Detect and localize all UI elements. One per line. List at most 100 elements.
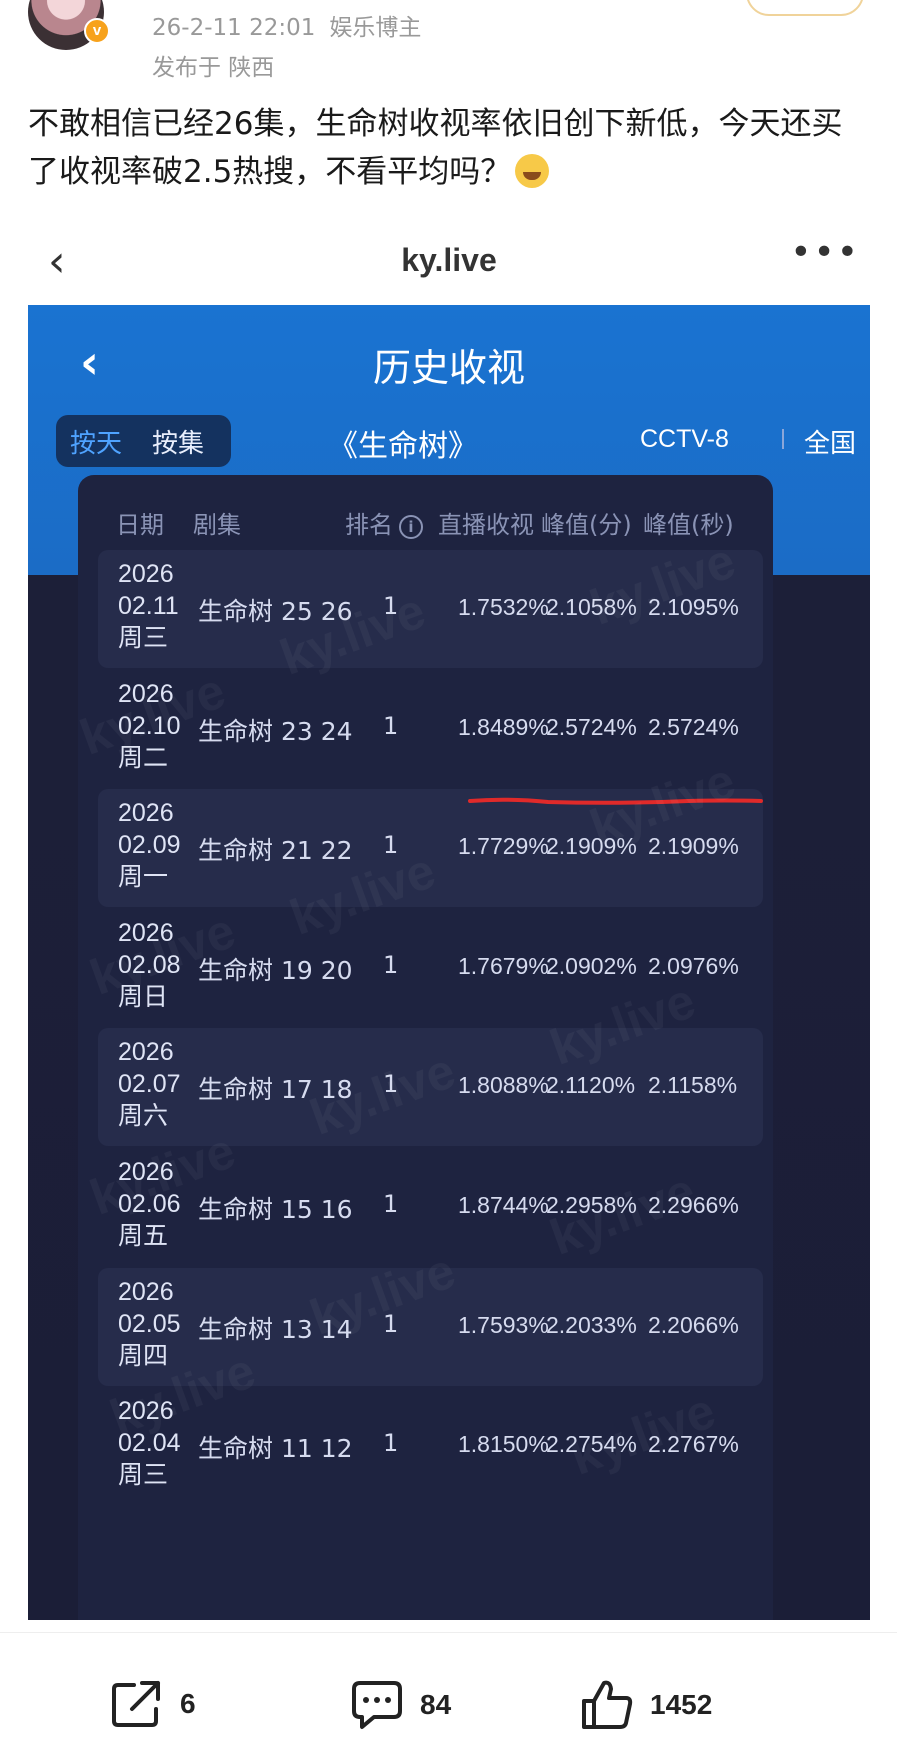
share-icon (112, 1681, 160, 1727)
row-peak-minute: 2.2754% (546, 1431, 637, 1458)
row-month-day: 02.05 (118, 1309, 181, 1338)
row-weekday: 周六 (118, 1102, 169, 1131)
app-title: 历史收视 (372, 346, 525, 390)
row-peak-minute: 2.1058% (546, 594, 637, 620)
row-weekday: 周三 (118, 1461, 169, 1490)
table-row[interactable]: 2026 02.10 周二 生命树 23 24 1 1.8489% 2.5724% 2.572… (98, 670, 763, 788)
channel-label[interactable]: CCTV-8 (640, 425, 729, 454)
row-month-day: 02.09 (118, 831, 181, 860)
row-month-day: 02.06 (118, 1190, 181, 1218)
table-row[interactable]: 2026 02.08 周日 生命树 19 20 1 1.7679% 2.0902% 2.097… (98, 909, 763, 1027)
row-peak-second: 2.2767% (648, 1431, 739, 1458)
like-count: 1452 (650, 1689, 713, 1720)
post-date: 26-2-11 22:01 (152, 15, 316, 41)
comment-count: 84 (420, 1689, 452, 1720)
row-live-rating: 1.8150% (458, 1431, 549, 1458)
row-episode: 生命树 13 14 (198, 1314, 353, 1344)
row-live-rating: 1.8744% (458, 1192, 549, 1218)
web-title: ky.live (401, 242, 497, 278)
header-peak-min: 峰值(分) (541, 511, 632, 539)
row-weekday: 周四 (118, 1341, 169, 1370)
row-live-rating: 1.7532% (458, 594, 549, 620)
post-meta: 26-2-11 22:01 娱乐博主 (152, 8, 421, 42)
row-date: 2026 02.09 周一 (118, 797, 181, 893)
info-icon[interactable]: i (399, 515, 423, 539)
region-label[interactable]: 全国 (804, 423, 856, 460)
row-rank: 1 (383, 1429, 399, 1458)
row-peak-second: 2.5724% (648, 713, 739, 740)
view-mode-toggle: 按天 按集 (56, 415, 231, 467)
row-peak-minute: 2.5724% (546, 713, 637, 740)
row-episode: 生命树 21 22 (198, 836, 353, 866)
post-text: 不敢相信已经26集，生命树收视率依旧创下新低，今天还买了收视率破2.5热搜，不看… (28, 100, 870, 196)
row-peak-minute: 2.1120% (546, 1072, 636, 1099)
comment-button[interactable]: 84 (350, 1679, 451, 1731)
table-row[interactable]: 2026 02.05 周四 生命树 13 14 1 1.7593% 2.2033% 2.206… (98, 1267, 763, 1386)
row-date: 2026 02.08 周日 (118, 917, 181, 1013)
row-date: 2026 02.05 周四 (118, 1276, 181, 1372)
row-peak-minute: 2.0902% (546, 952, 637, 979)
post-body: 不敢相信已经26集，生命树收视率依旧创下新低，今天还买了收视率破2.5热搜，不看… (28, 106, 843, 190)
row-weekday: 周二 (118, 743, 169, 772)
share-count: 6 (180, 1688, 196, 1719)
ratings-table: 日期 剧集 排名 i 直播收视 峰值(分) 峰值(秒) 2026 02.11 周三 生命… (78, 475, 773, 1620)
row-date: 2026 02.11 周三 (118, 558, 179, 654)
post-action-bar: 6 84 1452 (0, 1632, 897, 1764)
row-peak-minute: 2.2033% (546, 1311, 637, 1338)
row-episode: 生命树 23 24 (198, 716, 353, 746)
row-rank: 1 (383, 711, 399, 740)
row-live-rating: 1.7593% (458, 1311, 549, 1338)
comment-icon (352, 1681, 402, 1729)
table-row[interactable]: 2026 02.11 周三 生命树 25 26 1 1.7532% 2.1058% 2.109… (98, 550, 763, 668)
row-year: 2026 (118, 1158, 174, 1186)
row-year: 2026 (118, 1277, 174, 1306)
row-date: 2026 02.10 周二 (118, 678, 181, 774)
row-peak-second: 2.1095% (648, 594, 739, 620)
row-year: 2026 (118, 918, 174, 947)
more-options-icon[interactable]: ••• (790, 232, 860, 273)
row-rank: 1 (383, 1309, 399, 1338)
row-live-rating: 1.7679% (458, 952, 549, 979)
author-role: 娱乐博主 (329, 15, 422, 41)
row-year: 2026 (118, 1038, 174, 1067)
tab-by-day[interactable]: 按天 (70, 419, 122, 464)
table-row[interactable]: 2026 02.06 周五 生命树 15 16 1 1.8744% 2.2958% 2.296… (98, 1148, 763, 1266)
row-peak-second: 2.2066% (648, 1311, 739, 1338)
like-button[interactable]: 1452 (580, 1679, 712, 1731)
row-year: 2026 (118, 560, 174, 588)
share-button[interactable]: 6 (110, 1679, 196, 1729)
row-live-rating: 1.8489% (458, 713, 549, 740)
row-month-day: 02.04 (118, 1429, 181, 1458)
table-row[interactable]: 2026 02.09 周一 生命树 21 22 1 1.7729% 2.1909% 2.190… (98, 789, 763, 908)
row-date: 2026 02.07 周六 (118, 1036, 181, 1132)
row-weekday: 周三 (118, 624, 169, 652)
show-name: 《生命树》 (328, 429, 478, 464)
tab-by-episode[interactable]: 按集 (152, 423, 204, 460)
row-weekday: 周五 (118, 1222, 169, 1250)
header-rank: 排名 i (345, 505, 423, 540)
row-weekday: 周一 (118, 863, 169, 892)
row-live-rating: 1.7729% (458, 833, 549, 860)
header-rank-label: 排名 (345, 511, 393, 539)
row-episode: 生命树 25 26 (198, 597, 353, 626)
row-peak-second: 2.1909% (648, 833, 739, 860)
table-row[interactable]: 2026 02.04 周三 生命树 11 12 1 1.8150% 2.2754% 2.276… (98, 1387, 763, 1505)
row-rank: 1 (383, 831, 399, 860)
row-rank: 1 (383, 592, 399, 620)
row-date: 2026 02.04 周三 (118, 1395, 181, 1491)
row-peak-minute: 2.2958% (546, 1192, 637, 1218)
laughing-tears-emoji-icon (515, 154, 550, 188)
row-episode: 生命树 17 18 (198, 1075, 353, 1105)
red-underline-annotation (468, 797, 763, 805)
header-date: 日期 (116, 511, 164, 539)
row-episode: 生命树 11 12 (198, 1434, 353, 1464)
web-nav-bar: ‹ ky.live ••• (28, 228, 870, 298)
table-row[interactable]: 2026 02.07 周六 生命树 17 18 1 1.8088% 2.1120% 2.115… (98, 1028, 763, 1147)
follow-button[interactable] (746, 0, 864, 16)
row-rank: 1 (383, 950, 399, 979)
row-episode: 生命树 19 20 (198, 955, 353, 985)
row-year: 2026 (118, 799, 174, 828)
verified-badge-icon: v (84, 18, 110, 44)
row-episode: 生命树 15 16 (198, 1195, 353, 1224)
thumbs-up-icon (582, 1680, 633, 1729)
